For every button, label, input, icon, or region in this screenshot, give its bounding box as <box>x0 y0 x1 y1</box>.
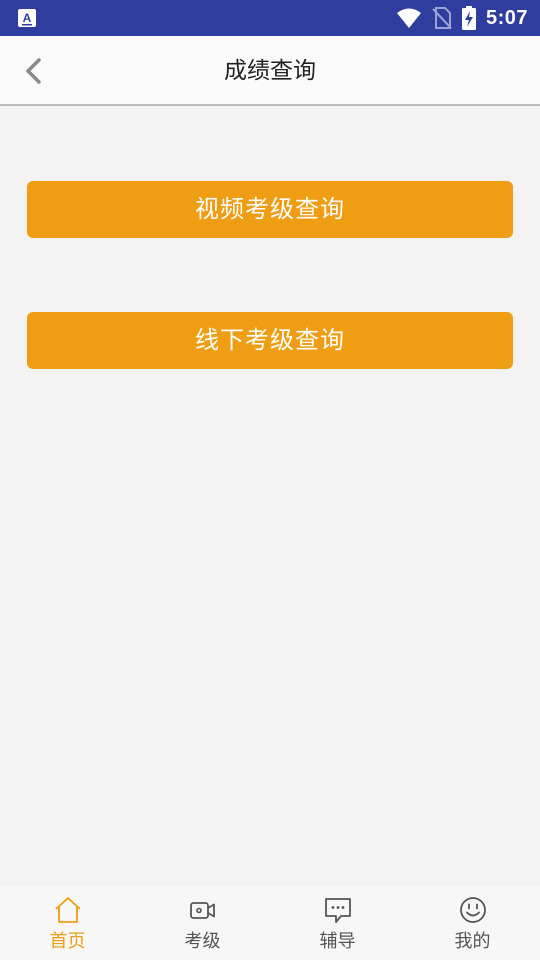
chat-bubble-icon <box>324 898 351 923</box>
tab-mine-label: 我的 <box>454 931 491 952</box>
svg-text:A: A <box>23 11 32 25</box>
bottom-tab-bar: 首页 考级 辅导 我的 <box>0 886 540 960</box>
no-sim-icon <box>432 7 452 29</box>
tab-home[interactable]: 首页 <box>0 886 135 960</box>
video-camera-icon <box>189 902 215 919</box>
battery-charging-icon <box>461 6 476 30</box>
main-content: 视频考级查询 线下考级查询 <box>0 108 540 886</box>
tab-tutoring-label: 辅导 <box>319 931 356 952</box>
status-bar: A 5:07 <box>0 0 540 36</box>
offline-exam-query-button[interactable]: 线下考级查询 <box>27 312 513 369</box>
video-exam-query-button[interactable]: 视频考级查询 <box>27 181 513 238</box>
chevron-left-icon[interactable] <box>18 55 50 87</box>
tab-tutoring[interactable]: 辅导 <box>270 886 405 960</box>
page-title: 成绩查询 <box>224 58 316 84</box>
app-bar: 成绩查询 <box>0 36 540 106</box>
home-icon <box>54 897 81 923</box>
tab-home-label: 首页 <box>49 931 86 952</box>
tab-exam-label: 考级 <box>184 931 221 952</box>
keyboard-a-icon: A <box>18 9 36 27</box>
tab-exam[interactable]: 考级 <box>135 886 270 960</box>
status-time: 5:07 <box>485 6 528 29</box>
smiley-face-icon <box>459 897 486 923</box>
tab-mine[interactable]: 我的 <box>405 886 540 960</box>
wifi-icon <box>396 8 421 28</box>
